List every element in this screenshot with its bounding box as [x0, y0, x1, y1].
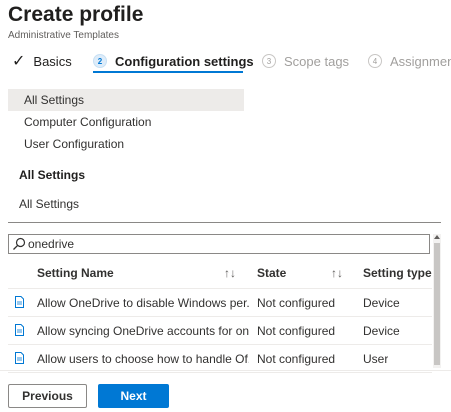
settings-table: Setting Name ↑↓ State ↑↓ Setting type Al…: [8, 258, 432, 373]
step-basics[interactable]: ✓ Basics: [12, 46, 72, 76]
table-row[interactable]: Allow syncing OneDrive accounts for on..…: [8, 317, 432, 345]
step-scope-tags[interactable]: 3 Scope tags: [262, 46, 349, 76]
sort-icon[interactable]: ↑↓: [331, 266, 343, 280]
table-row[interactable]: Allow users to choose how to handle Of..…: [8, 345, 432, 373]
search-input[interactable]: [26, 237, 408, 251]
setting-type-cell: User: [363, 352, 389, 366]
step-number-badge: 3: [262, 54, 276, 68]
setting-state-cell: Not configured: [257, 324, 336, 338]
checkmark-icon: ✓: [12, 53, 26, 70]
step-basics-label: Basics: [33, 53, 72, 69]
nav-item-user-configuration[interactable]: User Configuration: [8, 133, 244, 155]
setting-name-cell[interactable]: Allow OneDrive to disable Windows per...: [37, 296, 249, 310]
active-step-underline: [93, 71, 243, 73]
setting-state-cell: Not configured: [257, 352, 336, 366]
nav-item-computer-configuration[interactable]: Computer Configuration: [8, 111, 244, 133]
create-profile-page: Create profile Administrative Templates …: [0, 0, 451, 412]
setting-type-cell: Device: [363, 324, 400, 338]
table-scrollbar[interactable]: [433, 234, 441, 368]
column-header-state[interactable]: State: [257, 266, 286, 280]
divider: [8, 222, 441, 223]
step-scope-tags-label: Scope tags: [284, 53, 350, 69]
previous-button[interactable]: Previous: [8, 384, 87, 408]
section-heading: All Settings: [19, 168, 86, 182]
scroll-up-arrow-icon[interactable]: [434, 235, 440, 239]
next-button[interactable]: Next: [98, 384, 169, 408]
settings-nav: All Settings Computer Configuration User…: [8, 89, 244, 155]
document-icon: [15, 352, 24, 364]
step-number-badge: 4: [368, 54, 382, 68]
page-subtitle: Administrative Templates: [8, 30, 119, 41]
column-header-setting-name[interactable]: Setting Name: [37, 266, 114, 280]
search-icon: [13, 237, 26, 250]
step-configuration-label: Configuration settings: [115, 53, 254, 69]
search-box[interactable]: [8, 234, 430, 254]
setting-state-cell: Not configured: [257, 296, 336, 310]
sort-icon[interactable]: ↑↓: [224, 266, 236, 280]
step-assignments-label: Assignments: [390, 53, 451, 69]
breadcrumb[interactable]: All Settings: [19, 197, 79, 211]
setting-type-cell: Device: [363, 296, 400, 310]
document-icon: [15, 296, 24, 308]
setting-name-cell[interactable]: Allow syncing OneDrive accounts for on..…: [37, 324, 249, 338]
page-title: Create profile: [8, 3, 144, 26]
step-assignments[interactable]: 4 Assignments: [368, 46, 451, 76]
footer-divider: [0, 370, 451, 371]
wizard-steps: ✓ Basics 2 Configuration settings 3 Scop…: [0, 46, 451, 78]
scrollbar-thumb[interactable]: [434, 243, 440, 365]
nav-item-all-settings[interactable]: All Settings: [8, 89, 244, 111]
table-row[interactable]: Allow OneDrive to disable Windows per...…: [8, 289, 432, 317]
setting-name-cell[interactable]: Allow users to choose how to handle Of..…: [37, 352, 249, 366]
step-number-badge: 2: [93, 54, 107, 68]
table-header: Setting Name ↑↓ State ↑↓ Setting type: [8, 258, 432, 289]
column-header-setting-type[interactable]: Setting type: [363, 266, 432, 280]
document-icon: [15, 324, 24, 336]
